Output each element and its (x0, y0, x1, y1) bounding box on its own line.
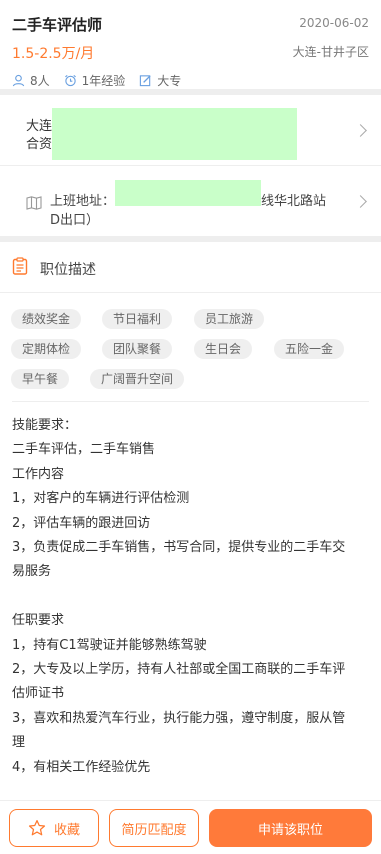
description-line: 4，有相关工作经验优先 (12, 759, 151, 775)
description-line: 理 (12, 735, 26, 751)
address-line2: D出口） (50, 213, 100, 228)
resume-match-label: 简历匹配度 (121, 822, 187, 838)
job-title: 二手车评估师 (12, 16, 103, 34)
description-line: 任职要求 (12, 613, 65, 629)
salary: 1.5-2.5万/月 (12, 46, 95, 62)
address-row[interactable]: 上班地址： 线华北路站 D出口） (0, 166, 381, 236)
alarm-clock-icon (64, 74, 76, 87)
benefit-tag: 员工旅游 (194, 309, 265, 329)
description-line: 2，评估车辆的跟进回访 (12, 515, 151, 531)
section-title: 职位描述 (40, 262, 96, 278)
address-label: 上班地址： (50, 194, 116, 209)
description-line: 1，持有C1驾驶证并能够熟练驾驶 (12, 637, 207, 653)
job-header: 二手车评估师 2020-06-02 1.5-2.5万/月 大连-甘井子区 8人 … (0, 0, 381, 89)
description-line: 2，大专及以上学历，持有人社部或全国工商联的二手车评 (12, 662, 346, 678)
apply-label: 申请该职位 (257, 822, 323, 838)
company-row[interactable]: 大连 合资 (0, 95, 381, 166)
company-name: 大连 (26, 119, 53, 134)
benefit-tag: 生日会 (194, 339, 253, 359)
experience-text: 1年经验 (81, 74, 126, 88)
job-meta: 8人 1年经验 大专 (12, 72, 195, 89)
education: 大专 (139, 72, 181, 89)
headcount-text: 8人 (30, 74, 50, 88)
job-description: 技能要求： 二手车评估，二手车销售 工作内容 1，对客户的车辆进行评估检测 2，… (0, 402, 381, 780)
favorite-label: 收藏 (53, 822, 80, 838)
resume-match-button[interactable]: 简历匹配度 (109, 809, 199, 847)
benefit-tag: 五险一金 (274, 339, 345, 359)
description-line: 1，对客户的车辆进行评估检测 (12, 491, 190, 507)
description-line: 易服务 (12, 564, 52, 580)
apply-button[interactable]: 申请该职位 (209, 809, 372, 847)
address-suffix: 线华北路站 (261, 194, 327, 209)
chevron-right-icon (354, 124, 367, 137)
edit-icon (140, 75, 151, 87)
education-text: 大专 (157, 74, 182, 88)
map-icon (26, 196, 42, 210)
benefit-tags: 绩效奖金 节日福利 员工旅游 定期体检 团队聚餐 生日会 五险一金 早午餐 广阔… (0, 293, 381, 393)
clipboard-icon (12, 257, 28, 275)
benefit-tag: 绩效奖金 (11, 309, 82, 329)
experience: 1年经验 (64, 72, 126, 89)
benefit-tag: 节日福利 (102, 309, 173, 329)
description-line: 3，负责促成二手车销售，书写合同，提供专业的二手车交 (12, 540, 346, 556)
description-line: 3，喜欢和热爱汽车行业，执行能力强，遵守制度，服从管 (12, 710, 346, 726)
post-date: 2020-06-02 (299, 16, 369, 30)
description-line (12, 585, 369, 609)
description-line: 工作内容 (12, 466, 65, 482)
person-icon (12, 74, 25, 87)
company-type: 合资 (26, 137, 53, 152)
benefit-tag: 定期体检 (11, 339, 82, 359)
section-header: 职位描述 (0, 242, 381, 293)
redacted-address (115, 180, 261, 206)
chevron-right-icon (354, 195, 367, 208)
benefit-tag: 团队聚餐 (102, 339, 173, 359)
favorite-button[interactable]: 收藏 (9, 809, 99, 847)
description-line: 估师证书 (12, 686, 65, 702)
description-line: 二手车评估，二手车销售 (12, 442, 156, 458)
action-bar: 收藏 简历匹配度 申请该职位 (0, 800, 381, 854)
district: 大连-甘井子区 (292, 45, 369, 59)
headcount: 8人 (12, 72, 50, 89)
benefit-tag: 广阔晋升空间 (90, 369, 185, 389)
redacted-company-info (52, 108, 297, 160)
benefit-tag: 早午餐 (11, 369, 70, 389)
star-icon (28, 819, 46, 836)
description-line: 技能要求： (12, 418, 78, 433)
